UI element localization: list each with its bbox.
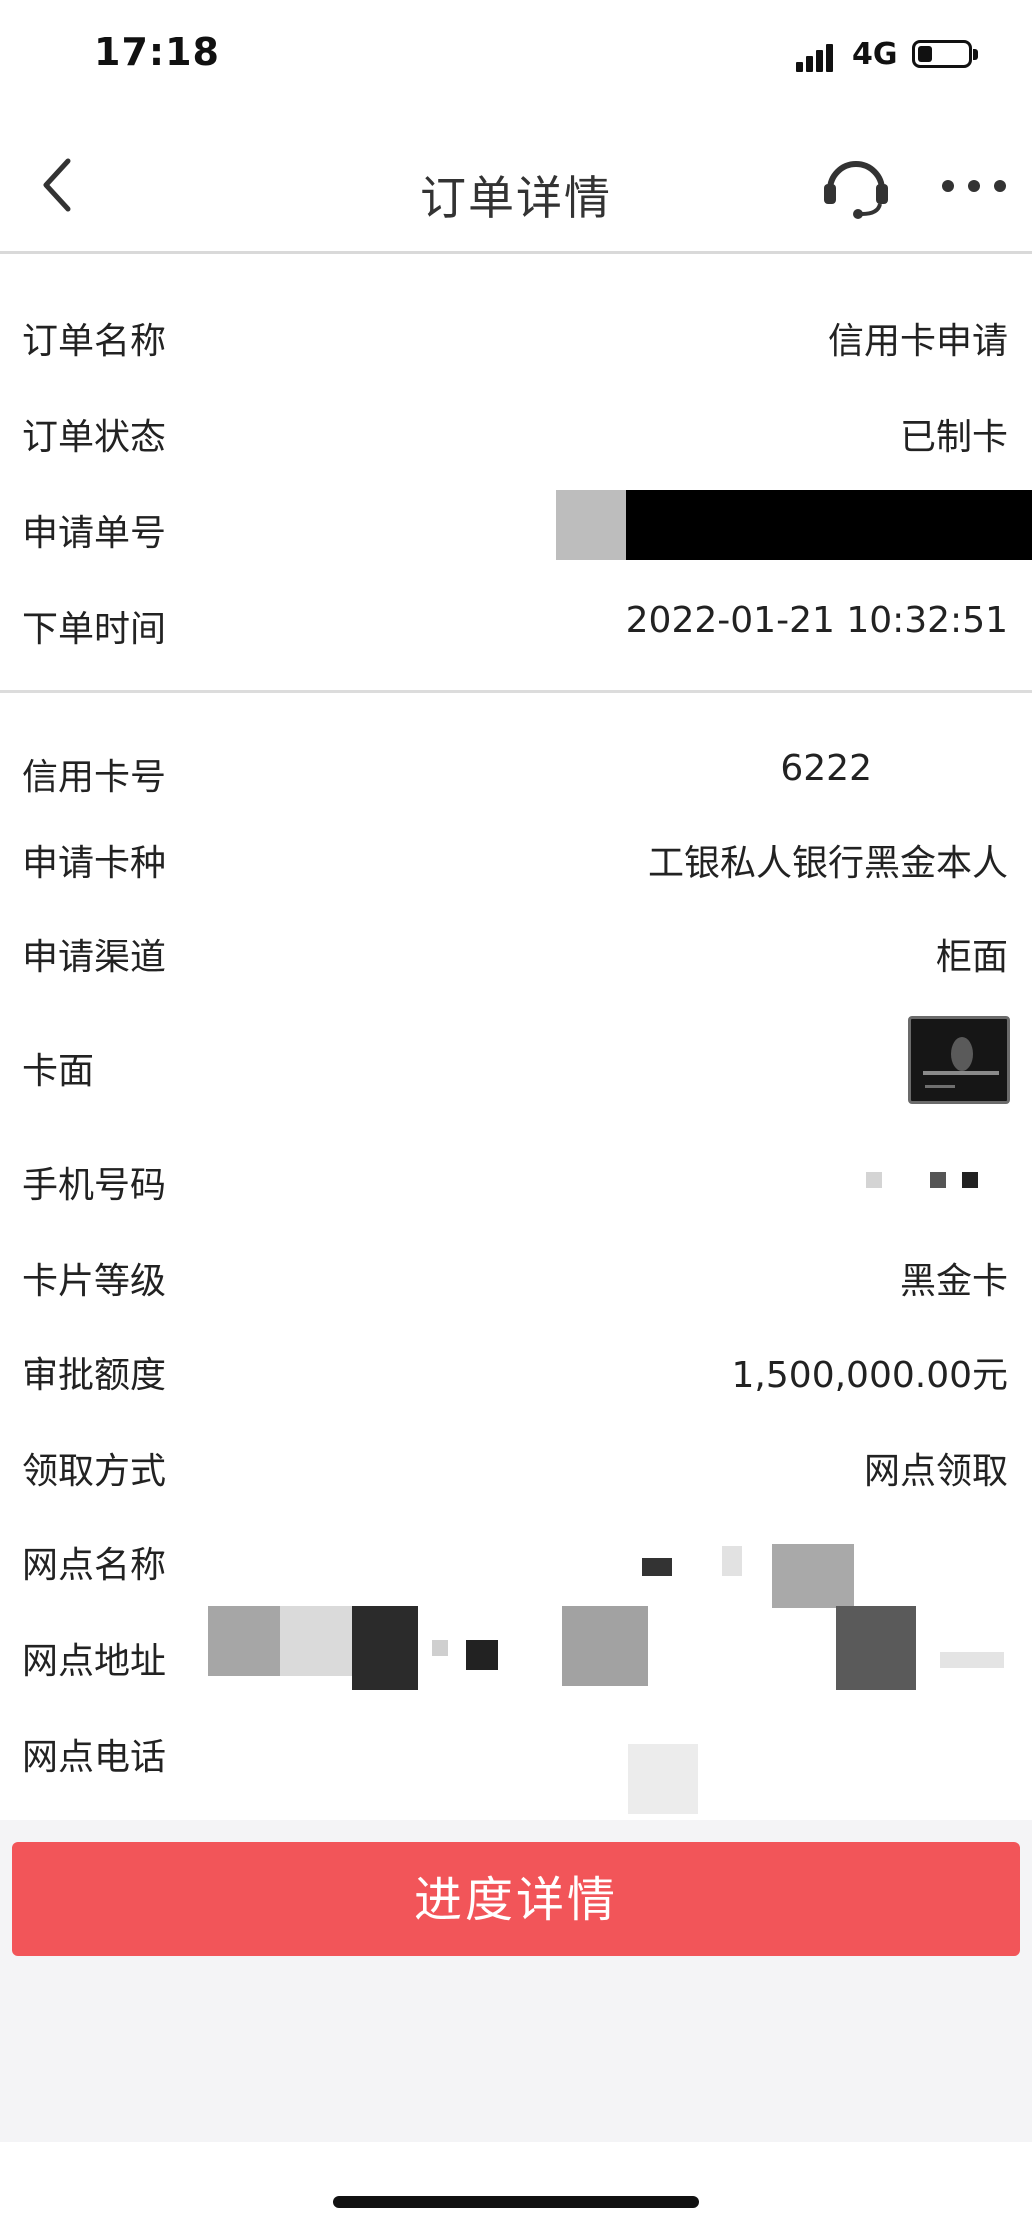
row-label: 申请卡种 bbox=[22, 843, 167, 884]
card-row-branch-phone: 网点电话 bbox=[0, 1720, 1032, 1780]
redaction-mask bbox=[836, 1606, 916, 1690]
redaction-mask bbox=[722, 1546, 742, 1576]
redaction-mask bbox=[940, 1652, 1004, 1668]
card-row-face: 卡面 bbox=[0, 1034, 1032, 1094]
card-row-number: 信用卡号 6222 bbox=[0, 740, 1032, 800]
order-row-name: 订单名称 信用卡申请 bbox=[0, 304, 1032, 364]
card-face-image[interactable] bbox=[908, 1016, 1010, 1104]
row-label: 订单名称 bbox=[22, 321, 167, 362]
more-dots-icon[interactable] bbox=[942, 180, 1006, 194]
redaction-mask bbox=[432, 1640, 448, 1656]
row-value: 1,500,000.00元 bbox=[731, 1355, 1008, 1396]
row-label: 下单时间 bbox=[22, 609, 167, 650]
progress-details-button[interactable]: 进度详情 bbox=[12, 1842, 1020, 1956]
home-indicator[interactable] bbox=[333, 2196, 699, 2208]
redaction-mask bbox=[626, 490, 1032, 560]
row-label: 卡片等级 bbox=[22, 1261, 167, 1302]
order-row-status: 订单状态 已制卡 bbox=[0, 400, 1032, 460]
redaction-mask bbox=[642, 1558, 672, 1576]
redaction-mask bbox=[352, 1606, 418, 1690]
row-value: 网点领取 bbox=[863, 1451, 1008, 1492]
redaction-mask bbox=[208, 1606, 280, 1676]
row-label: 领取方式 bbox=[22, 1451, 167, 1492]
headset-icon[interactable] bbox=[820, 154, 892, 220]
nav-bar: 订单详情 bbox=[0, 110, 1032, 254]
row-label: 订单状态 bbox=[22, 417, 167, 458]
row-label: 信用卡号 bbox=[22, 757, 167, 798]
network-label: 4G bbox=[852, 37, 898, 72]
card-row-limit: 审批额度 1,500,000.00元 bbox=[0, 1338, 1032, 1398]
redaction-mask bbox=[466, 1640, 498, 1670]
row-value: 黑金卡 bbox=[899, 1261, 1008, 1302]
row-label: 审批额度 bbox=[22, 1355, 167, 1396]
status-bar: 17:18 4G bbox=[0, 0, 1032, 110]
redaction-mask bbox=[772, 1544, 854, 1608]
status-time: 17:18 bbox=[94, 30, 220, 74]
row-label: 申请渠道 bbox=[22, 937, 167, 978]
row-value: 工银私人银行黑金本人 bbox=[647, 843, 1008, 884]
battery-tip bbox=[973, 49, 978, 60]
card-row-branch-name: 网点名称 bbox=[0, 1528, 1032, 1588]
redaction-mask bbox=[280, 1606, 352, 1676]
row-label: 网点地址 bbox=[22, 1641, 167, 1682]
row-value: 6222 bbox=[780, 748, 872, 789]
redaction-mask bbox=[930, 1172, 946, 1188]
card-row-type: 申请卡种 工银私人银行黑金本人 bbox=[0, 826, 1032, 886]
redaction-mask bbox=[628, 1744, 698, 1814]
order-row-time: 下单时间 2022-01-21 10:32:51 bbox=[0, 592, 1032, 652]
row-value: 信用卡申请 bbox=[827, 321, 1008, 362]
card-row-pickup: 领取方式 网点领取 bbox=[0, 1434, 1032, 1494]
battery-icon bbox=[912, 40, 972, 68]
row-label: 网点名称 bbox=[22, 1545, 167, 1586]
row-label: 申请单号 bbox=[22, 513, 167, 554]
row-label: 卡面 bbox=[22, 1051, 95, 1092]
redaction-mask bbox=[866, 1172, 882, 1188]
row-value: 柜面 bbox=[935, 937, 1008, 978]
row-label: 网点电话 bbox=[22, 1737, 167, 1778]
row-value: 已制卡 bbox=[899, 417, 1008, 458]
card-row-level: 卡片等级 黑金卡 bbox=[0, 1244, 1032, 1304]
redaction-mask bbox=[562, 1606, 648, 1686]
redaction-mask bbox=[556, 490, 626, 560]
card-row-channel: 申请渠道 柜面 bbox=[0, 920, 1032, 980]
signal-icon bbox=[796, 42, 840, 72]
redaction-mask bbox=[962, 1172, 978, 1188]
section-divider bbox=[0, 690, 1032, 693]
row-value: 2022-01-21 10:32:51 bbox=[625, 600, 1008, 641]
row-label: 手机号码 bbox=[22, 1165, 167, 1206]
